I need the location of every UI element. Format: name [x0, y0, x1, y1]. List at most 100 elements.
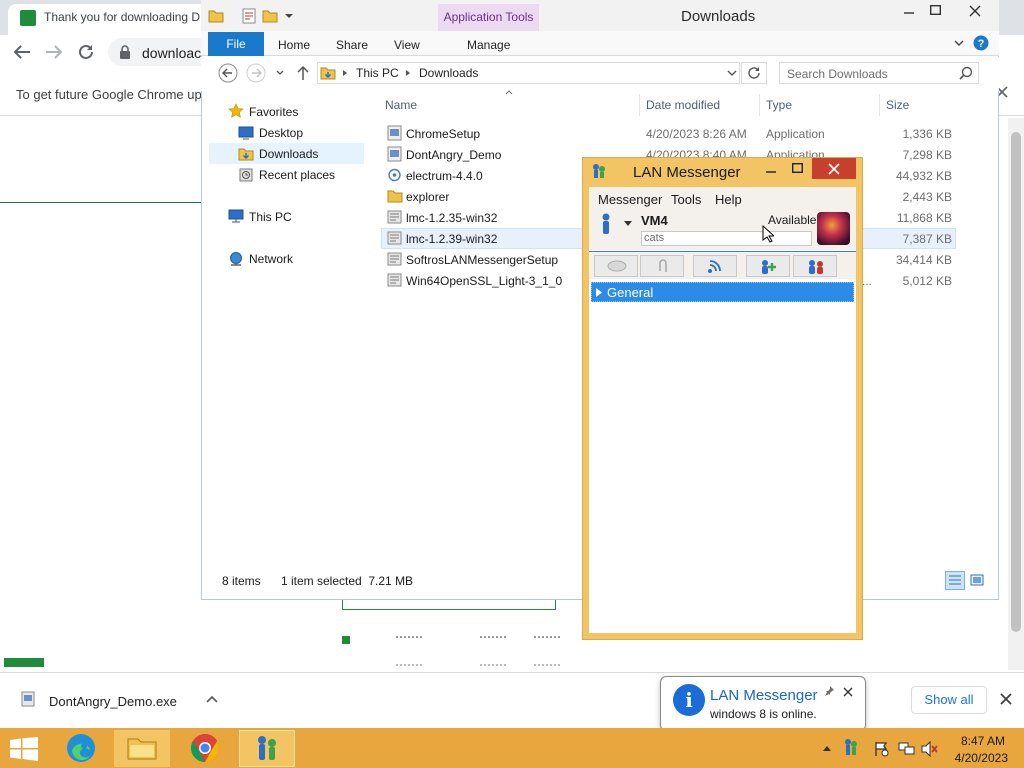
address-folder-icon: [320, 65, 336, 81]
list-item-name[interactable]: SoftrosLANMessengerSetup: [406, 253, 558, 267]
group-expand-arrow-icon[interactable]: [596, 288, 602, 297]
tray-network-icon[interactable]: [898, 741, 916, 757]
tab-file[interactable]: File: [208, 32, 264, 56]
column-header-type[interactable]: Type: [766, 98, 792, 112]
tab-manage[interactable]: Manage: [467, 38, 510, 52]
column-header-size[interactable]: Size: [886, 98, 909, 112]
column-header-date[interactable]: Date modified: [646, 98, 720, 112]
help-icon[interactable]: ?: [973, 35, 989, 51]
page-scrollbar-thumb[interactable]: [1011, 132, 1021, 632]
application-tools-tab[interactable]: Application Tools: [438, 4, 539, 31]
quick-access-dropdown-icon[interactable]: [284, 13, 294, 19]
lm-status-selector[interactable]: Available: [768, 213, 816, 227]
list-item-name[interactable]: Win64OpenSSL_Light-3_1_0: [406, 274, 562, 288]
start-windows-icon[interactable]: [10, 737, 38, 761]
lm-close-icon[interactable]: [812, 158, 856, 179]
status-dropdown-icon[interactable]: [624, 221, 632, 226]
lm-menu-help[interactable]: Help: [715, 192, 742, 207]
user-status-person-icon[interactable]: [600, 213, 612, 235]
breadcrumb-separator-icon[interactable]: [342, 69, 348, 77]
recent-locations-chevron-icon[interactable]: [276, 70, 284, 76]
close-icon[interactable]: [953, 0, 997, 22]
maximize-icon[interactable]: [930, 5, 941, 15]
minimize-icon[interactable]: [904, 11, 914, 15]
tab-home[interactable]: Home: [278, 38, 310, 52]
sort-ascending-icon: [505, 90, 513, 95]
lm-broadcast-button[interactable]: [693, 255, 737, 277]
explorer-ribbon: [201, 31, 999, 56]
nav-network[interactable]: Network: [249, 252, 293, 266]
up-icon[interactable]: [296, 65, 310, 81]
nav-recent-places[interactable]: Recent places: [259, 168, 335, 182]
lm-send-file-button[interactable]: [640, 255, 684, 277]
lm-chat-button[interactable]: [594, 255, 638, 277]
lm-menu-messenger[interactable]: Messenger: [598, 192, 662, 207]
search-icon[interactable]: [959, 66, 973, 80]
breadcrumb-downloads[interactable]: Downloads: [419, 66, 478, 80]
nav-this-pc[interactable]: This PC: [249, 210, 292, 224]
taskbar-lan-messenger-button[interactable]: [239, 730, 295, 767]
list-item-size: 7,387 KB: [902, 232, 952, 246]
explorer-titlebar[interactable]: [201, 0, 999, 31]
installer-icon: [387, 209, 402, 225]
avatar[interactable]: [817, 212, 850, 245]
notification-close-icon[interactable]: [843, 687, 853, 697]
address-history-chevron-icon[interactable]: [727, 70, 737, 76]
application-icon: [387, 125, 402, 141]
list-item-name[interactable]: ChromeSetup: [406, 127, 480, 141]
show-all-button[interactable]: Show all: [911, 686, 987, 714]
refresh-icon[interactable]: [747, 66, 761, 80]
tray-volume-muted-icon[interactable]: [921, 741, 939, 757]
tray-overflow-arrow-icon[interactable]: [823, 745, 831, 751]
lm-status-note-input[interactable]: cats: [641, 231, 812, 246]
quick-access-properties-icon[interactable]: [242, 8, 256, 24]
large-icons-view-icon[interactable]: [970, 573, 984, 587]
details-view-icon[interactable]: [945, 571, 965, 590]
list-item-name[interactable]: DontAngry_Demo: [406, 148, 501, 162]
tray-action-center-flag-icon[interactable]: [874, 741, 890, 757]
chrome-browser-icon[interactable]: [189, 732, 221, 764]
notification-pin-icon[interactable]: [823, 685, 835, 697]
column-header-name[interactable]: Name: [385, 98, 417, 112]
tab-share[interactable]: Share: [336, 38, 368, 52]
tab-view[interactable]: View: [394, 38, 420, 52]
nav-back-icon[interactable]: [218, 63, 238, 83]
quick-access-new-folder-icon[interactable]: [262, 8, 278, 24]
lm-close-button[interactable]: [812, 158, 856, 179]
tray-lan-messenger-icon[interactable]: [843, 738, 859, 756]
nav-favorites[interactable]: Favorites: [249, 105, 298, 119]
clock-time[interactable]: 8:47 AM: [953, 734, 1005, 748]
footer-col-3: [534, 636, 560, 666]
download-item-name[interactable]: DontAngry_Demo.exe: [49, 694, 177, 709]
clock-date[interactable]: 4/20/2023: [948, 751, 1008, 765]
taskbar-file-explorer-button[interactable]: [114, 730, 170, 767]
installer-icon: [387, 272, 402, 288]
download-shelf-close-icon[interactable]: [1000, 693, 1012, 705]
nav-desktop[interactable]: Desktop: [259, 126, 303, 140]
lm-add-contact-button[interactable]: [746, 255, 790, 277]
search-input[interactable]: Search Downloads: [787, 67, 888, 81]
lm-maximize-icon[interactable]: [792, 163, 803, 173]
lm-menu-tools[interactable]: Tools: [671, 192, 701, 207]
list-item-type: ...: [862, 274, 873, 288]
edge-browser-icon[interactable]: [64, 731, 98, 765]
quick-access-folder-icon[interactable]: [208, 8, 224, 24]
lm-minimize-icon[interactable]: [766, 170, 776, 174]
breadcrumb-this-pc[interactable]: This PC: [356, 66, 399, 80]
list-item-name[interactable]: lmc-1.2.35-win32: [406, 211, 497, 225]
reload-icon[interactable]: [77, 43, 95, 61]
forward-icon[interactable]: [44, 44, 64, 60]
list-item-size: 2,443 KB: [902, 190, 952, 204]
back-icon[interactable]: [12, 44, 32, 60]
column-divider: [639, 94, 640, 116]
nav-downloads[interactable]: Downloads: [259, 147, 318, 161]
list-item-name[interactable]: electrum-4.4.0: [406, 169, 483, 183]
nav-forward-icon[interactable]: [246, 63, 266, 83]
list-item-name[interactable]: explorer: [406, 190, 449, 204]
breadcrumb-separator-icon[interactable]: [405, 69, 411, 77]
download-menu-chevron-icon[interactable]: [206, 695, 218, 703]
lan-messenger-taskbar-icon: [258, 736, 276, 760]
lm-group-contacts-button[interactable]: [793, 255, 837, 277]
list-item-name[interactable]: lmc-1.2.39-win32: [406, 232, 497, 246]
ribbon-expand-chevron-icon[interactable]: [954, 40, 964, 46]
